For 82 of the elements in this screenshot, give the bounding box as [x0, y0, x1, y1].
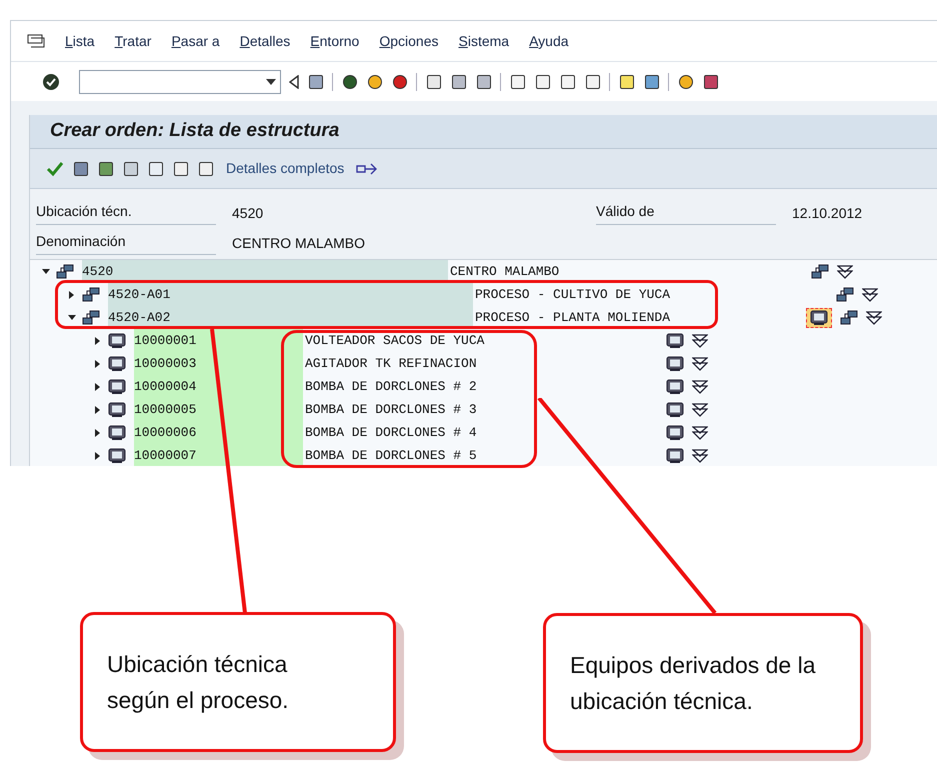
- collapsed-arrow-icon[interactable]: [94, 428, 102, 436]
- filter-icon[interactable]: [692, 334, 708, 348]
- full-details-button[interactable]: Detalles completos: [222, 158, 348, 179]
- node-description: BOMBA DE DORCLONES # 2: [305, 378, 477, 396]
- node-description: BOMBA DE DORCLONES # 5: [305, 446, 477, 465]
- tree-row[interactable]: 10000006 BOMBA DE DORCLONES # 4: [30, 421, 937, 444]
- enter-check-icon[interactable]: [41, 72, 61, 92]
- collapsed-arrow-icon[interactable]: [68, 290, 76, 298]
- tree-row[interactable]: 10000007 BOMBA DE DORCLONES # 5: [30, 444, 937, 466]
- monitor-icon: [666, 332, 684, 348]
- monitor-icon: [108, 378, 126, 394]
- filter-icon[interactable]: [866, 310, 882, 324]
- callout-text: Equipos derivados de la ubicación técnica.: [570, 651, 816, 716]
- filter-icon[interactable]: [692, 402, 708, 416]
- node-description: CENTRO MALAMBO: [450, 262, 560, 281]
- filter-icon[interactable]: [692, 380, 708, 394]
- tree-row[interactable]: 4520-A01 PROCESO - CULTIVO DE YUCA: [30, 283, 937, 306]
- collapsed-arrow-icon[interactable]: [94, 452, 102, 460]
- monitor-icon: [108, 332, 126, 348]
- collapsed-arrow-icon[interactable]: [94, 406, 102, 414]
- tree-row[interactable]: 10000001 VOLTEADOR SACOS DE YUCA: [30, 329, 937, 352]
- filter-icon[interactable]: [692, 448, 708, 462]
- field-value: 4520: [231, 204, 264, 222]
- field-value: CENTRO MALAMBO: [231, 234, 366, 252]
- monitor-icon: [108, 356, 126, 372]
- menu-item[interactable]: Entorno: [310, 30, 360, 52]
- node-id[interactable]: 4520: [82, 262, 114, 282]
- blocks-icon: [56, 264, 74, 280]
- monitor-icon: [666, 424, 684, 440]
- monitor-icon: [666, 356, 684, 372]
- node-description: PROCESO - CULTIVO DE YUCA: [475, 286, 670, 304]
- tree-row[interactable]: 10000005 BOMBA DE DORCLONES # 3: [30, 398, 937, 421]
- collapsed-arrow-icon[interactable]: [94, 382, 102, 390]
- menu-item[interactable]: Opciones: [379, 30, 438, 52]
- dropdown-icon[interactable]: [266, 78, 276, 84]
- field-label: Denominación: [36, 231, 216, 255]
- screen-title: Crear orden: Lista de estructura: [50, 119, 340, 144]
- menu-item[interactable]: Sistema: [458, 30, 510, 52]
- menu-window-icon[interactable]: [27, 34, 45, 48]
- tree-row[interactable]: 4520 CENTRO MALAMBO: [30, 260, 937, 283]
- command-field[interactable]: [79, 70, 281, 94]
- monitor-icon: [666, 378, 684, 394]
- monitor-icon: [666, 402, 684, 418]
- expanded-arrow-icon[interactable]: [42, 268, 50, 276]
- back-triangle-icon[interactable]: [289, 74, 299, 88]
- check-icon[interactable]: [46, 160, 64, 176]
- filter-icon[interactable]: [692, 356, 708, 370]
- monitor-icon: [666, 448, 684, 464]
- monitor-icon: [108, 402, 126, 418]
- monitor-icon: [810, 310, 828, 326]
- blocks-icon: [82, 310, 100, 326]
- collapsed-arrow-icon[interactable]: [94, 360, 102, 368]
- menu-item[interactable]: Lista: [65, 30, 95, 52]
- menu-item[interactable]: Detalles: [240, 30, 290, 52]
- menu-item[interactable]: Tratar: [114, 30, 152, 52]
- node-id[interactable]: 4520-A01: [108, 284, 170, 304]
- node-description: BOMBA DE DORCLONES # 4: [305, 424, 477, 442]
- tree-row[interactable]: 10000004 BOMBA DE DORCLONES # 2: [30, 375, 937, 398]
- menu-item[interactable]: Pasar a: [171, 30, 220, 52]
- monitor-icon: [108, 448, 126, 464]
- tree-row[interactable]: 10000003 AGITADOR TK REFINACION: [30, 352, 937, 375]
- filter-icon[interactable]: [837, 264, 853, 278]
- menu-item[interactable]: Ayuda: [529, 30, 569, 52]
- blocks-icon: [840, 310, 858, 326]
- collapsed-arrow-icon[interactable]: [94, 336, 102, 344]
- blocks-icon: [836, 286, 854, 302]
- focused-monitor-icon[interactable]: [806, 308, 832, 328]
- node-description: PROCESO - PLANTA MOLIENDA: [475, 308, 670, 327]
- field-label: Válido de: [596, 201, 776, 225]
- node-description: AGITADOR TK REFINACION: [305, 354, 477, 373]
- node-description: BOMBA DE DORCLONES # 3: [305, 400, 477, 419]
- field-value: 12.10.2012: [791, 204, 864, 222]
- blocks-icon: [82, 286, 100, 302]
- filter-icon[interactable]: [692, 426, 708, 440]
- callout-text: Ubicación técnica según el proceso.: [107, 650, 290, 715]
- blocks-icon: [811, 264, 829, 280]
- node-description: VOLTEADOR SACOS DE YUCA: [305, 332, 484, 350]
- field-label: Ubicación técn.: [36, 201, 216, 225]
- monitor-icon: [108, 424, 126, 440]
- expanded-arrow-icon[interactable]: [68, 314, 76, 322]
- node-id[interactable]: 4520-A02: [108, 308, 170, 328]
- filter-icon[interactable]: [862, 288, 878, 302]
